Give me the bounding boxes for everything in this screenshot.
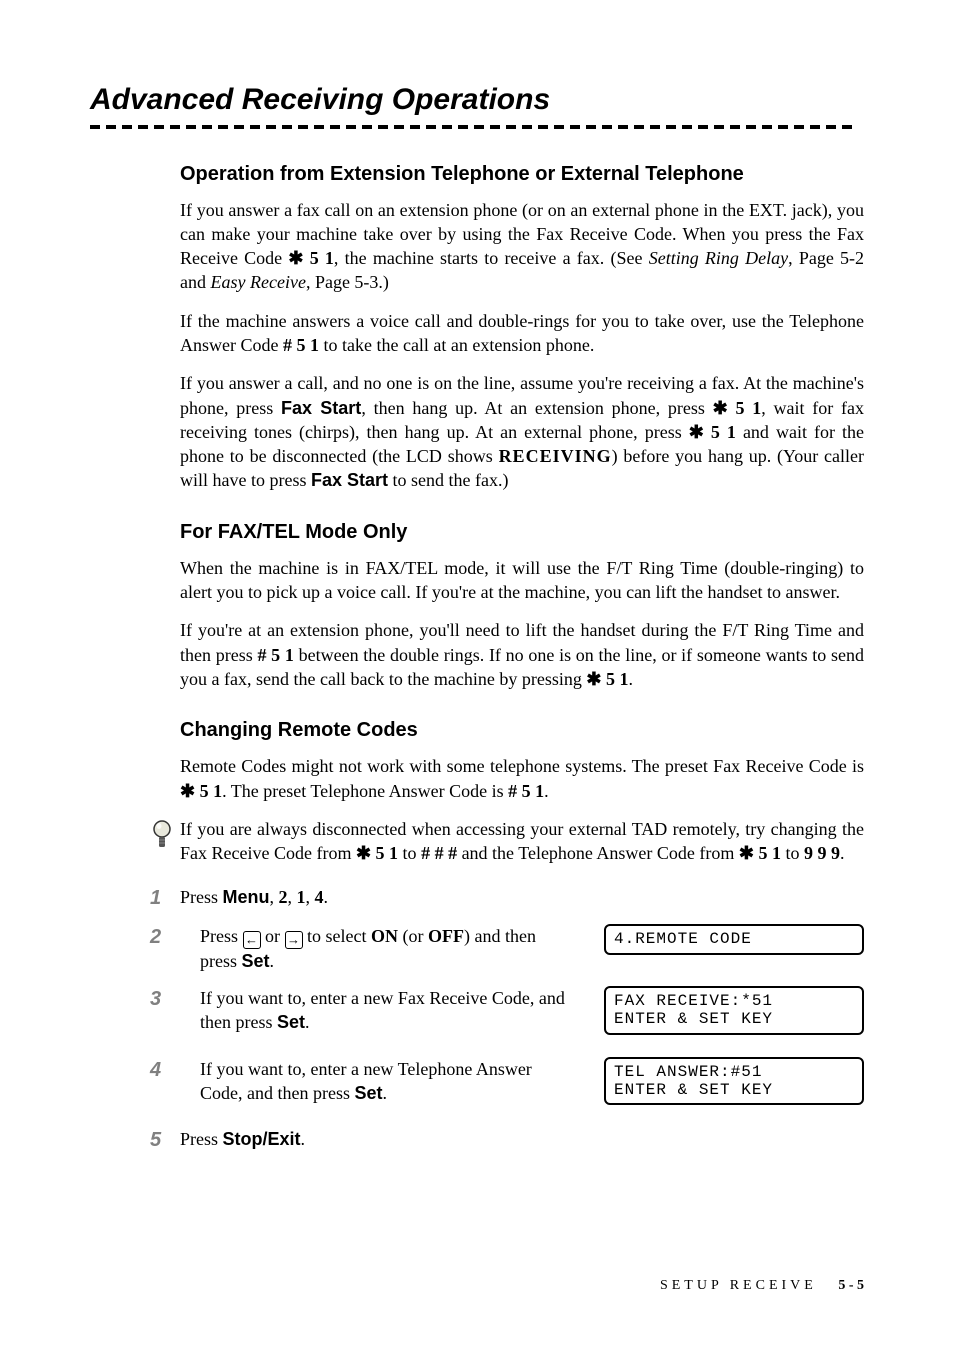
text: to send the fax.) xyxy=(388,470,508,490)
set-key: Set xyxy=(354,1083,382,1103)
key: 1 xyxy=(297,887,306,907)
text: to xyxy=(398,843,421,863)
text: . xyxy=(270,951,275,971)
code: 9 9 9 xyxy=(804,843,840,863)
text: or xyxy=(261,926,285,946)
text: Remote Codes might not work with some te… xyxy=(180,756,864,776)
code: # 5 1 xyxy=(508,781,544,801)
arrow-right-icon: → xyxy=(285,931,303,949)
star-icon: ✱ xyxy=(356,843,371,863)
step-number: 2 xyxy=(150,924,180,951)
code: # # # xyxy=(421,843,457,863)
text: , Page 5-3.) xyxy=(306,272,389,292)
text: , xyxy=(270,887,279,907)
text: . xyxy=(301,1129,306,1149)
star-icon: ✱ xyxy=(713,398,728,418)
text: . xyxy=(324,887,329,907)
code: 5 1 xyxy=(728,398,762,418)
text: to take the call at an extension phone. xyxy=(319,335,594,355)
step-row: 5 Press Stop/Exit. xyxy=(150,1127,864,1154)
ref: Easy Receive xyxy=(211,272,306,292)
lcd-display: 4.REMOTE CODE xyxy=(604,924,864,954)
step-number: 3 xyxy=(150,986,180,1013)
star-icon: ✱ xyxy=(586,669,601,689)
page-footer: SETUP RECEIVE 5 - 5 xyxy=(660,1277,864,1296)
off-label: OFF xyxy=(428,926,464,946)
para: If you're at an extension phone, you'll … xyxy=(180,618,864,691)
text: . xyxy=(544,781,549,801)
text: If you want to, enter a new Fax Receive … xyxy=(200,988,565,1032)
text: and the Telephone Answer Code from xyxy=(457,843,739,863)
para: Remote Codes might not work with some te… xyxy=(180,754,864,803)
heading-changing-remote-codes: Changing Remote Codes xyxy=(180,717,864,744)
code: 5 1 xyxy=(195,781,222,801)
star-icon: ✱ xyxy=(739,843,754,863)
text: to xyxy=(781,843,804,863)
note-callout: If you are always disconnected when acce… xyxy=(152,817,864,874)
page-number: 5 - 5 xyxy=(838,1278,864,1293)
code: # 5 1 xyxy=(283,335,319,355)
page-title: Advanced Receiving Operations xyxy=(90,80,864,121)
menu-key: Menu xyxy=(223,887,270,907)
para: When the machine is in FAX/TEL mode, it … xyxy=(180,556,864,605)
footer-section: SETUP RECEIVE xyxy=(660,1278,817,1293)
code: 5 1 xyxy=(704,422,736,442)
para: If you answer a call, and no one is on t… xyxy=(180,371,864,492)
code: 5 1 xyxy=(371,843,398,863)
step-number: 5 xyxy=(150,1127,180,1154)
stop-exit-key: Stop/Exit xyxy=(223,1129,301,1149)
text: (or xyxy=(398,926,428,946)
key: 2 xyxy=(279,887,288,907)
step-body: If you want to, enter a new Fax Receive … xyxy=(200,986,584,1035)
text: , then hang up. At an extension phone, p… xyxy=(361,398,712,418)
on-label: ON xyxy=(371,926,398,946)
text: Press xyxy=(200,926,243,946)
heading-operation-extension: Operation from Extension Telephone or Ex… xyxy=(180,161,864,188)
key: 4 xyxy=(315,887,324,907)
para: If the machine answers a voice call and … xyxy=(180,309,864,358)
arrow-left-icon: ← xyxy=(243,931,261,949)
code: 5 1 xyxy=(754,843,781,863)
step-body: If you want to, enter a new Telephone An… xyxy=(200,1057,584,1106)
text: , xyxy=(306,887,315,907)
text: . xyxy=(628,669,633,689)
text: . xyxy=(840,843,845,863)
star-icon: ✱ xyxy=(288,248,303,268)
set-key: Set xyxy=(277,1012,305,1032)
step-body: Press ← or → to select ON (or OFF) and t… xyxy=(200,924,584,973)
code: 5 1 xyxy=(601,669,628,689)
code: # 5 1 xyxy=(257,645,293,665)
lcd-status: RECEIVING xyxy=(499,446,612,466)
step-number: 1 xyxy=(150,885,180,912)
ref: Setting Ring Delay xyxy=(649,248,788,268)
step-row: 2 Press ← or → to select ON (or OFF) and… xyxy=(150,924,864,973)
step-row: 4 If you want to, enter a new Telephone … xyxy=(150,1057,864,1116)
note-text: If you are always disconnected when acce… xyxy=(180,817,864,866)
step-row: 1 Press Menu, 2, 1, 4. xyxy=(150,885,864,912)
text: . xyxy=(382,1083,387,1103)
text: . The preset Telephone Answer Code is xyxy=(222,781,508,801)
star-icon: ✱ xyxy=(689,422,704,442)
step-body: Press Stop/Exit. xyxy=(180,1127,864,1151)
step-row: 3 If you want to, enter a new Fax Receiv… xyxy=(150,986,864,1045)
lcd-display: TEL ANSWER:#51 ENTER & SET KEY xyxy=(604,1057,864,1106)
star-icon: ✱ xyxy=(180,781,195,801)
text: Press xyxy=(180,1129,223,1149)
title-underline xyxy=(90,125,864,129)
text: . xyxy=(305,1012,310,1032)
text: , the machine starts to receive a fax. (… xyxy=(334,248,649,268)
text: Press xyxy=(180,887,223,907)
fax-start-label: Fax Start xyxy=(311,470,388,490)
lcd-display: FAX RECEIVE:*51 ENTER & SET KEY xyxy=(604,986,864,1035)
fax-start-label: Fax Start xyxy=(281,398,361,418)
heading-faxtel-mode: For FAX/TEL Mode Only xyxy=(180,519,864,546)
lightbulb-icon xyxy=(152,819,172,855)
step-number: 4 xyxy=(150,1057,180,1084)
text: to select xyxy=(303,926,371,946)
step-body: Press Menu, 2, 1, 4. xyxy=(180,885,864,909)
text: , xyxy=(288,887,297,907)
code: 5 1 xyxy=(303,248,333,268)
para: If you answer a fax call on an extension… xyxy=(180,198,864,295)
set-key: Set xyxy=(242,951,270,971)
